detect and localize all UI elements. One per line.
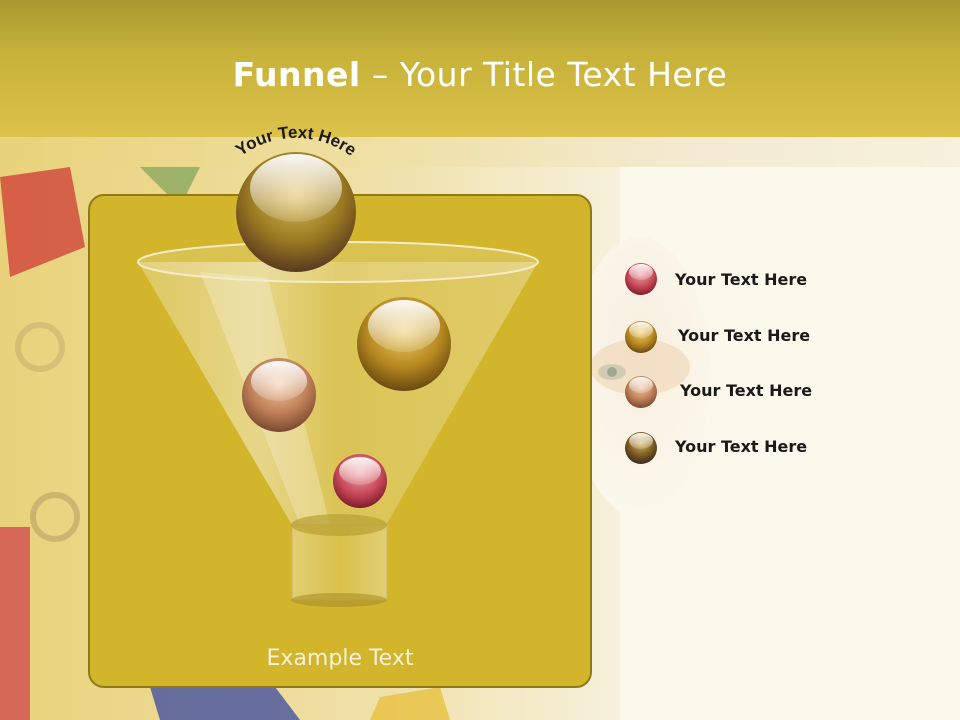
cylinder-bottom	[291, 593, 387, 607]
ball-red	[333, 454, 387, 508]
ball-top	[236, 152, 356, 272]
legend-label-4: Your Text Here	[675, 437, 808, 456]
legend-bullet-4	[625, 432, 657, 464]
ball-gold	[357, 297, 451, 391]
legend-bullet-1	[625, 263, 657, 295]
legend-bullet-3	[625, 376, 657, 408]
legend-bullet-2	[625, 321, 657, 353]
legend-label-1: Your Text Here	[675, 270, 808, 289]
example-text: Example Text	[266, 646, 414, 671]
ball-tan	[242, 358, 316, 432]
cylinder-top	[291, 514, 387, 536]
funnel-diagram: Your Text Here	[137, 123, 657, 607]
legend-label-3: Your Text Here	[680, 381, 813, 400]
funnel-cylinder	[291, 524, 388, 601]
legend-label-2: Your Text Here	[678, 326, 811, 345]
